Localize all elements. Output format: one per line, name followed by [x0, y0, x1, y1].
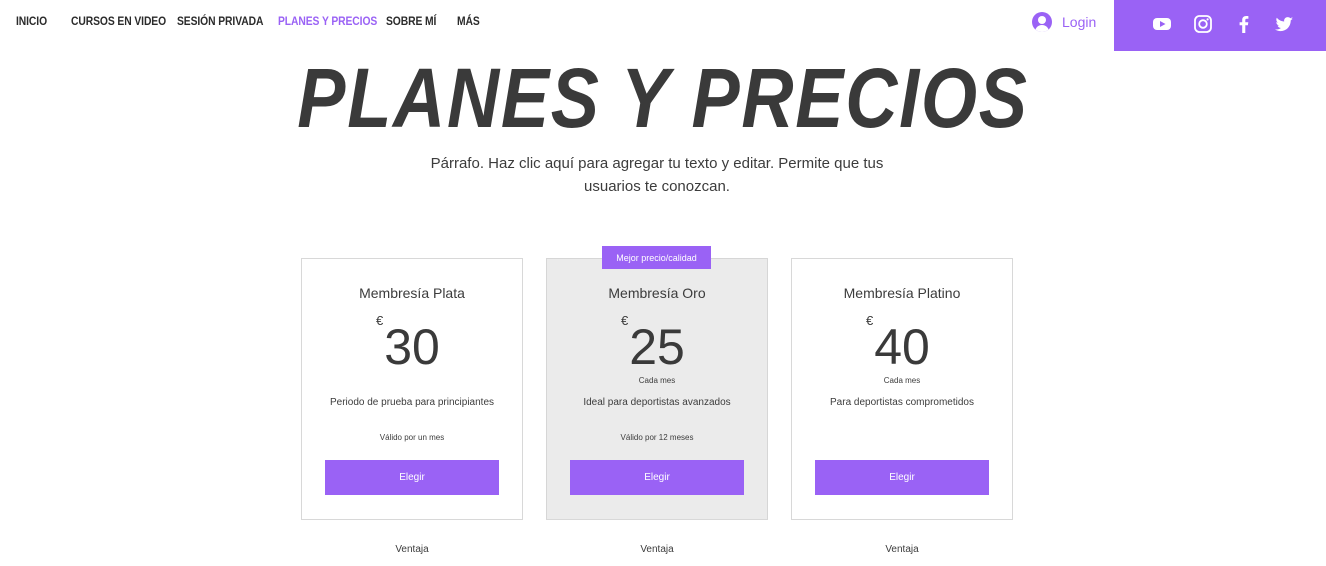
- plan-price: 30: [384, 319, 440, 375]
- nav-item-cursos-en-video[interactable]: CURSOS EN VIDEO: [71, 14, 166, 28]
- login-label: Login: [1062, 14, 1097, 30]
- nav-item-inicio[interactable]: INICIO: [16, 14, 47, 28]
- plan-description: Para deportistas comprometidos: [830, 397, 974, 408]
- choose-plan-button[interactable]: Elegir: [815, 460, 989, 495]
- plan-description: Ideal para deportistas avanzados: [583, 397, 731, 408]
- page-title: PLANES Y PRECIOS: [297, 51, 1029, 145]
- plan-card-platino: Membresía Platino € 40 Cada mes Para dep…: [791, 258, 1013, 566]
- plan-name: Membresía Plata: [359, 285, 465, 301]
- plan-validity: Válido por 12 meses: [620, 433, 694, 442]
- nav-item-sobre-mi[interactable]: SOBRE MÍ: [386, 14, 436, 28]
- user-avatar-icon: [1032, 12, 1052, 32]
- plan-validity: Válido por un mes: [379, 433, 445, 442]
- plan-price: 25: [629, 319, 685, 375]
- plan-name: Membresía Platino: [843, 285, 961, 301]
- plan-benefit: Ventaja: [885, 544, 919, 555]
- youtube-icon[interactable]: [1151, 13, 1173, 35]
- choose-plan-button[interactable]: Elegir: [570, 460, 744, 495]
- plan-card-oro: Membresía Oro € 25 Cada mes Ideal para d…: [546, 258, 768, 566]
- plan-period: Cada mes: [883, 376, 921, 385]
- nav-item-planes-y-precios[interactable]: PLANES Y PRECIOS: [278, 14, 377, 28]
- plan-price: 40: [874, 319, 930, 375]
- social-bar: [1114, 0, 1326, 51]
- plan-benefits: Ventaja: [301, 519, 523, 566]
- choose-plan-button[interactable]: Elegir: [325, 460, 499, 495]
- nav-item-mas[interactable]: MÁS: [457, 14, 480, 28]
- facebook-icon[interactable]: [1233, 13, 1255, 35]
- main-nav: INICIO CURSOS EN VIDEO SESIÓN PRIVADA PL…: [0, 0, 1114, 44]
- plan-benefit: Ventaja: [640, 544, 674, 555]
- twitter-icon[interactable]: [1273, 13, 1295, 35]
- hero-paragraph: Párrafo. Haz clic aquí para agregar tu t…: [430, 155, 884, 195]
- plan-period: Cada mes: [638, 376, 676, 385]
- best-value-badge: Mejor precio/calidad: [602, 246, 711, 269]
- login-button[interactable]: Login: [1032, 11, 1096, 33]
- plan-description: Periodo de prueba para principiantes: [330, 397, 494, 408]
- nav-item-sesion-privada[interactable]: SESIÓN PRIVADA: [177, 14, 263, 28]
- plan-benefits: Ventaja: [546, 519, 768, 566]
- plan-benefits: Ventaja: [791, 519, 1013, 566]
- plan-benefit: Ventaja: [395, 544, 429, 555]
- plan-name: Membresía Oro: [608, 285, 706, 301]
- instagram-icon[interactable]: [1192, 13, 1214, 35]
- plan-card-plata: Membresía Plata € 30 Periodo de prueba p…: [301, 258, 523, 566]
